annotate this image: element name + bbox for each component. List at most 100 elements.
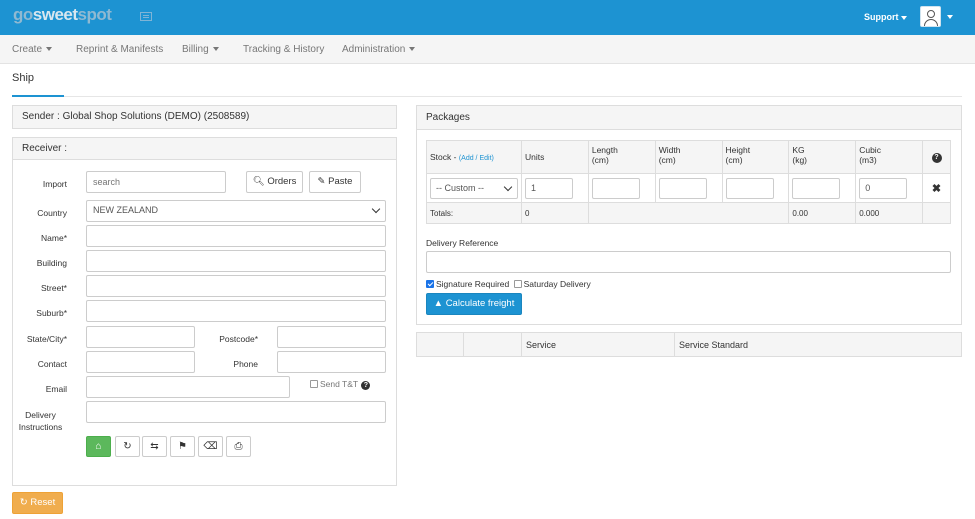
building-field[interactable]	[86, 250, 386, 272]
search-icon: 🔍︎	[252, 176, 265, 187]
caret-down-icon	[212, 47, 219, 52]
height-input[interactable]	[725, 177, 774, 199]
import-label: Import	[42, 179, 67, 189]
nav-reprint-manifests[interactable]: Reprint & Manifests	[76, 44, 163, 55]
state-city-field[interactable]	[86, 326, 195, 348]
delivery-reference-field[interactable]	[426, 251, 951, 273]
cubic-header: Cubic (m3)	[855, 140, 924, 174]
nav-tracking-history[interactable]: Tracking & History	[243, 44, 324, 55]
signature-required-label: Signature Required	[436, 279, 510, 289]
signature-required-checkbox[interactable]	[426, 280, 434, 288]
stock-header-label: Stock -	[430, 152, 457, 162]
contact-label: Contact	[37, 359, 67, 369]
print-button[interactable]: ⎙	[226, 436, 251, 457]
street-field[interactable]	[86, 275, 386, 297]
delivery-label-line2: Instructions	[18, 422, 63, 432]
remove-row-cell: ✖	[922, 173, 951, 203]
add-edit-stock-link[interactable]: (Add / Edit)	[459, 155, 494, 162]
height-cell	[721, 173, 790, 203]
calculate-freight-label: Calculate freight	[445, 298, 515, 309]
units-header: Units	[521, 140, 589, 174]
orders-button-label: Orders	[267, 176, 297, 187]
width-input[interactable]	[658, 177, 707, 199]
postcode-field[interactable]	[277, 326, 386, 348]
totals-kg: 0.00	[788, 202, 857, 224]
logo-text-spot: spot	[77, 5, 112, 24]
help-icon[interactable]: ?	[361, 381, 371, 390]
saturday-delivery-label: Saturday Delivery	[523, 279, 591, 289]
service-table-header: Service Service Standard	[416, 332, 962, 357]
app-logo[interactable]: gosweetspot	[13, 5, 112, 25]
width-header-label: Width	[658, 145, 681, 155]
nav-reprint-label: Reprint & Manifests	[76, 44, 164, 55]
caret-down-icon	[409, 47, 416, 52]
trash-icon: ⌫	[203, 441, 218, 452]
nav-create-label: Create	[12, 44, 43, 55]
height-header-unit: (cm)	[725, 155, 743, 165]
close-icon[interactable]: ✖	[932, 183, 941, 195]
name-label: Name*	[41, 233, 67, 243]
cubic-input[interactable]: 0	[859, 177, 908, 199]
phone-field[interactable]	[277, 351, 386, 373]
nav-billing[interactable]: Billing	[182, 44, 219, 55]
calculate-freight-button[interactable]: ▲ Calculate freight	[426, 293, 522, 315]
suburb-field[interactable]	[86, 300, 386, 322]
length-input[interactable]	[591, 177, 640, 199]
refresh-button[interactable]: ↻	[115, 436, 140, 457]
refresh-icon: ↻	[123, 441, 132, 452]
saturday-delivery-checkbox[interactable]	[513, 280, 522, 288]
chevron-down-icon	[503, 182, 513, 191]
packages-title: Packages	[417, 106, 961, 130]
nav-administration[interactable]: Administration	[342, 44, 416, 55]
caret-down-icon	[900, 15, 907, 20]
refresh-icon: ↻	[19, 497, 28, 508]
import-search-input[interactable]	[86, 171, 226, 193]
packages-table: Stock - (Add / Edit) Units Length (cm) W…	[426, 140, 951, 224]
street-label: Street*	[41, 283, 67, 293]
help-header: ?	[922, 140, 951, 174]
service-header: Service	[526, 340, 557, 350]
paste-button-label: Paste	[328, 176, 353, 187]
kg-header: KG (kg)	[788, 140, 857, 174]
orders-button[interactable]: 🔍︎ Orders	[246, 171, 303, 193]
send-tt-label: Send T&T	[320, 379, 358, 389]
email-field[interactable]	[86, 376, 290, 398]
support-menu[interactable]: Support	[864, 12, 907, 22]
delivery-instructions-field[interactable]	[86, 401, 386, 423]
top-bar: gosweetspot Support	[0, 0, 975, 35]
stock-select[interactable]: -- Custom --	[430, 177, 518, 199]
receiver-title: Receiver :	[13, 138, 396, 160]
caret-down-icon	[46, 47, 53, 52]
address-book-button[interactable]: ⚑	[170, 436, 195, 457]
width-header-unit: (cm)	[658, 155, 676, 165]
tab-ship[interactable]: Ship	[12, 72, 34, 84]
send-tt-option: Send T&T ?	[310, 379, 371, 390]
user-menu-caret-icon[interactable]	[947, 15, 953, 19]
country-select-value: NEW ZEALAND	[93, 205, 159, 215]
name-field[interactable]	[86, 225, 386, 247]
menu-toggle-icon[interactable]	[140, 12, 152, 21]
column-divider	[463, 333, 464, 356]
kg-input[interactable]	[792, 177, 841, 199]
user-avatar-button[interactable]	[920, 6, 941, 27]
swap-button[interactable]: ⇆	[142, 436, 167, 457]
nav-create[interactable]: Create	[12, 44, 53, 55]
delivery-instructions-label: Delivery Instructions	[14, 409, 67, 433]
width-cell	[654, 173, 723, 203]
reset-button[interactable]: ↻ Reset	[12, 492, 63, 514]
contact-field[interactable]	[86, 351, 195, 373]
help-icon[interactable]: ?	[931, 153, 942, 163]
address-book-icon: ⚑	[178, 441, 187, 452]
send-tt-checkbox[interactable]	[310, 380, 318, 388]
support-label: Support	[864, 12, 899, 22]
units-input[interactable]: 1	[525, 177, 573, 199]
nav-tracking-label: Tracking & History	[243, 44, 325, 55]
state-city-label: State/City*	[26, 334, 67, 344]
kg-cell	[788, 173, 857, 203]
country-select[interactable]: NEW ZEALAND	[86, 200, 386, 222]
delete-button[interactable]: ⌫	[198, 436, 223, 457]
totals-spacer	[587, 202, 790, 224]
paste-button[interactable]: ✎ Paste	[309, 171, 361, 193]
home-address-button[interactable]: ⌂	[86, 436, 111, 457]
reset-button-label: Reset	[30, 497, 56, 508]
